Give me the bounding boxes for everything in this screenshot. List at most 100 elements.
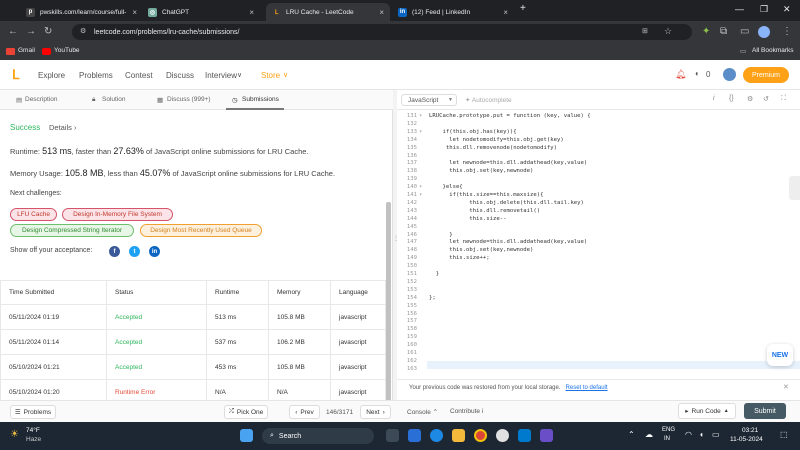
nav-contest[interactable]: Contest bbox=[125, 71, 153, 80]
wifi-icon[interactable]: ◠ bbox=[685, 430, 692, 439]
challenge-lfu-cache[interactable]: LFU Cache bbox=[10, 208, 57, 221]
edge-icon[interactable] bbox=[430, 429, 443, 442]
left-panel-scrollbar[interactable] bbox=[386, 202, 391, 417]
nav-explore[interactable]: Explore bbox=[38, 71, 65, 80]
code-line[interactable]: 132 bbox=[397, 121, 797, 129]
language-select[interactable]: JavaScript ▼ bbox=[401, 94, 457, 106]
code-line[interactable]: 136 bbox=[397, 153, 797, 161]
feedback-side-tab[interactable] bbox=[789, 176, 800, 200]
folder-app-icon[interactable] bbox=[452, 429, 465, 442]
cloud-icon[interactable]: ☁ bbox=[645, 430, 653, 439]
code-line[interactable]: 163 bbox=[397, 366, 797, 374]
app-icon[interactable] bbox=[540, 429, 553, 442]
fullscreen-icon[interactable]: ⛶ bbox=[781, 95, 786, 103]
url-input[interactable]: ⚙ leetcode.com/problems/lru-cache/submis… bbox=[72, 24, 692, 40]
bookmark-star-icon[interactable]: ☆ bbox=[664, 26, 672, 37]
cell-status-link[interactable]: Accepted bbox=[106, 329, 207, 355]
browser-tab-linkedin[interactable]: in (12) Feed | LinkedIn × bbox=[392, 3, 514, 21]
challenge-most-recently-used-queue[interactable]: Design Most Recently Used Queue bbox=[140, 224, 262, 237]
bookmark-gmail[interactable]: Gmail bbox=[18, 47, 35, 54]
nav-problems[interactable]: Problems bbox=[79, 71, 113, 80]
bookmark-youtube[interactable]: YouTube bbox=[54, 47, 80, 54]
language-top[interactable]: ENG bbox=[662, 427, 675, 433]
all-bookmarks[interactable]: All Bookmarks bbox=[752, 47, 794, 54]
console-toggle[interactable]: Console ⌃ bbox=[407, 408, 438, 416]
code-line[interactable]: 151 } bbox=[397, 271, 797, 279]
close-icon[interactable]: × bbox=[497, 8, 508, 17]
contribute-link[interactable]: Contribute i bbox=[450, 408, 483, 415]
linkedin-icon[interactable]: in bbox=[149, 246, 160, 257]
details-link[interactable]: Details › bbox=[49, 123, 77, 132]
code-line[interactable]: 157 bbox=[397, 318, 797, 326]
code-line[interactable]: 139 bbox=[397, 176, 797, 184]
code-line[interactable]: 149 this.size++; bbox=[397, 255, 797, 263]
braces-icon[interactable]: {} bbox=[729, 95, 734, 102]
nav-discuss[interactable]: Discuss bbox=[166, 71, 194, 80]
code-line[interactable]: 145 bbox=[397, 224, 797, 232]
file-explorer-icon[interactable] bbox=[408, 429, 421, 442]
code-line[interactable]: 147 let newnode=this.dll.addathead(key,v… bbox=[397, 239, 797, 247]
code-line[interactable]: 159 bbox=[397, 334, 797, 342]
minimize-icon[interactable]: — bbox=[735, 4, 744, 14]
code-line[interactable]: 143 this.dll.removetail() bbox=[397, 208, 797, 216]
cell-status-link[interactable]: Accepted bbox=[106, 354, 207, 380]
cell-status-link[interactable]: Accepted bbox=[106, 304, 207, 330]
close-icon[interactable]: × bbox=[126, 8, 137, 17]
challenge-in-memory-file-system[interactable]: Design In-Memory File System bbox=[62, 208, 173, 221]
reload-icon[interactable]: ↻ bbox=[44, 26, 52, 37]
close-window-icon[interactable]: ✕ bbox=[783, 4, 791, 15]
profile-avatar[interactable] bbox=[758, 26, 770, 38]
challenge-compressed-string-iterator[interactable]: Design Compressed String Iterator bbox=[10, 224, 134, 237]
new-tab-button[interactable]: + bbox=[520, 3, 526, 14]
code-line[interactable]: 138 this.obj.set(key,newnode) bbox=[397, 168, 797, 176]
chrome-icon[interactable] bbox=[474, 429, 487, 442]
app-icon[interactable] bbox=[496, 429, 509, 442]
fold-arrow-icon[interactable]: ▾ bbox=[419, 113, 422, 119]
settings-icon[interactable]: ⚙ bbox=[747, 95, 753, 103]
code-line[interactable]: 156 bbox=[397, 311, 797, 319]
pick-one-button[interactable]: ⤮ Pick One bbox=[224, 405, 268, 419]
fold-arrow-icon[interactable]: ▾ bbox=[419, 129, 422, 135]
user-avatar[interactable] bbox=[723, 68, 736, 81]
code-line[interactable]: 153 bbox=[397, 287, 797, 295]
leetcode-logo-icon[interactable]: ᒪ bbox=[12, 67, 19, 83]
premium-button[interactable]: Premium bbox=[743, 67, 789, 83]
forward-icon[interactable]: → bbox=[26, 26, 36, 37]
tab-solution[interactable]: Solution bbox=[102, 96, 126, 103]
tab-description[interactable]: Description bbox=[25, 96, 58, 103]
code-line[interactable]: 144 this.size-- bbox=[397, 216, 797, 224]
tab-discuss[interactable]: Discuss (999+) bbox=[167, 96, 211, 103]
tab-submissions[interactable]: Submissions bbox=[242, 96, 279, 103]
browser-tab-chatgpt[interactable]: ◎ ChatGPT × bbox=[142, 3, 260, 21]
fold-arrow-icon[interactable]: ▾ bbox=[419, 184, 422, 190]
code-line[interactable]: 135 this.dll.removenode(nodetomodify) bbox=[397, 145, 797, 153]
code-line[interactable]: 131 ▾ LRUCache.prototype.put = function (k… bbox=[397, 113, 797, 121]
autocomplete-toggle[interactable]: ✦ Autocomplete bbox=[465, 96, 512, 104]
info-icon[interactable]: i bbox=[713, 95, 715, 102]
twitter-icon[interactable]: t bbox=[129, 246, 140, 257]
battery-icon[interactable]: ▭ bbox=[712, 430, 720, 439]
next-button[interactable]: Next › bbox=[360, 405, 391, 419]
language-bottom[interactable]: IN bbox=[664, 436, 670, 442]
reset-default-link[interactable]: Reset to default bbox=[566, 385, 608, 391]
code-line[interactable]: 148 this.obj.set(key,newnode) bbox=[397, 247, 797, 255]
submit-button[interactable]: Submit bbox=[744, 403, 786, 419]
code-line[interactable]: 150 bbox=[397, 263, 797, 271]
back-icon[interactable]: ← bbox=[8, 26, 18, 37]
weather-icon[interactable]: ☀ bbox=[10, 429, 19, 440]
code-line[interactable]: 155 bbox=[397, 303, 797, 311]
fold-arrow-icon[interactable]: ▾ bbox=[419, 192, 422, 198]
code-line[interactable]: 140 ▾ }else{ bbox=[397, 184, 797, 192]
vscode-icon[interactable] bbox=[518, 429, 531, 442]
close-icon[interactable]: × bbox=[243, 8, 254, 17]
code-line[interactable]: 162 bbox=[397, 358, 797, 366]
code-line[interactable]: 154}; bbox=[397, 295, 797, 303]
bell-icon[interactable]: 🔔︎ bbox=[675, 69, 686, 80]
run-code-button[interactable]: ▸ Run Code ▲ bbox=[678, 403, 736, 419]
close-icon[interactable]: × bbox=[373, 8, 384, 17]
menu-kebab-icon[interactable]: ⋮ bbox=[782, 26, 792, 37]
restore-icon[interactable]: ❐ bbox=[760, 4, 768, 15]
close-icon[interactable]: ✕ bbox=[783, 383, 789, 391]
clock-time[interactable]: 03:21 bbox=[742, 427, 758, 434]
nav-interview[interactable]: Interview bbox=[205, 71, 237, 80]
